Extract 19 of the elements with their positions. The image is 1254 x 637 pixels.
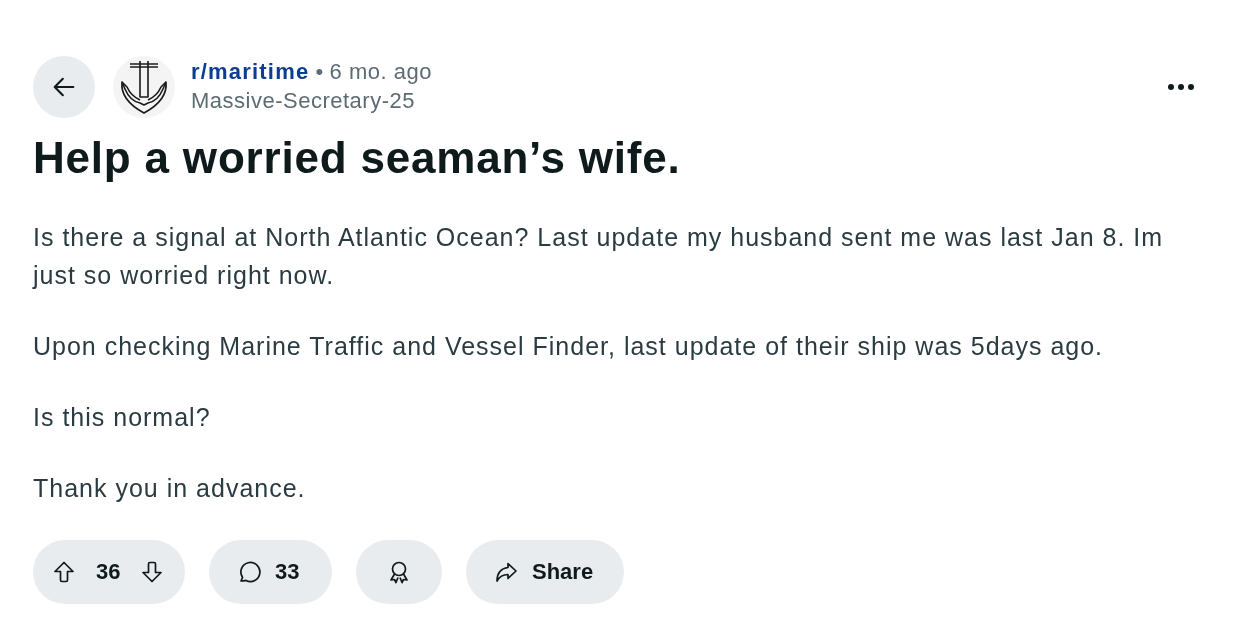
award-ribbon-icon <box>387 560 411 584</box>
share-button[interactable]: Share <box>466 540 624 604</box>
downvote-icon[interactable] <box>140 560 165 584</box>
upvote-icon[interactable] <box>52 560 76 584</box>
post-title: Help a worried seaman’s wife. <box>33 132 682 184</box>
anchor-avatar-icon[interactable] <box>113 56 175 118</box>
comments-button[interactable]: 33 <box>209 540 332 604</box>
post-age: 6 mo. ago <box>329 58 432 85</box>
share-arrow-icon <box>494 560 518 584</box>
more-icon <box>1168 84 1194 90</box>
separator-dot: • <box>315 58 324 85</box>
post-paragraph: Is there a signal at North Atlantic Ocean? Last update my husband sent me was last Jan 8. Im just so worried right now. <box>33 222 1165 291</box>
speech-bubble-icon <box>237 560 261 584</box>
post-paragraph: Thank you in advance. <box>33 473 307 504</box>
post-paragraph: Upon checking Marine Traffic and Vessel Finder, last update of their ship was 5days ago. <box>33 331 1105 362</box>
subreddit-link[interactable]: r/maritime <box>191 58 310 85</box>
author-link[interactable]: Massive-Secretary-25 <box>191 87 415 113</box>
vote-score: 36 <box>96 559 121 585</box>
post-paragraph: Is this normal? <box>33 402 212 433</box>
